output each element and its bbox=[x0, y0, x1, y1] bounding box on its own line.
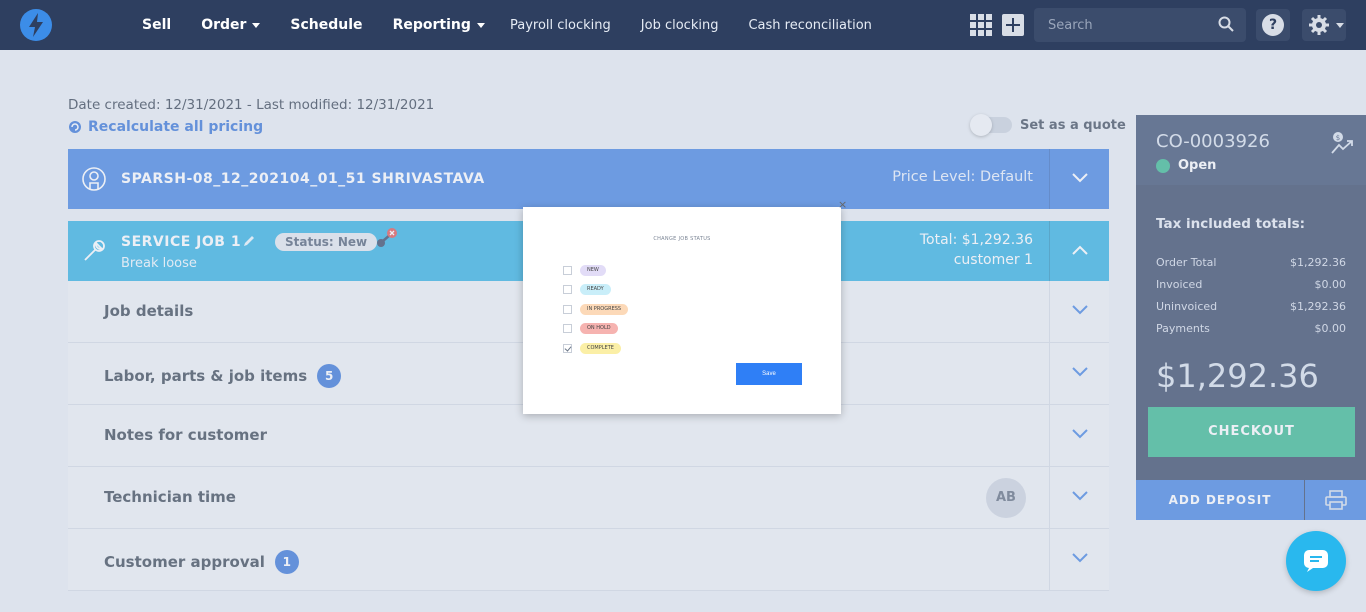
chat-support-button[interactable] bbox=[1286, 531, 1346, 591]
nav-reporting-label: Reporting bbox=[392, 17, 471, 33]
lightning-logo-icon[interactable] bbox=[20, 9, 52, 41]
help-icon: ? bbox=[1262, 14, 1284, 36]
nav-schedule[interactable]: Schedule bbox=[290, 17, 362, 33]
add-new-icon[interactable] bbox=[1002, 14, 1024, 36]
status-option-in-progress[interactable]: IN PROGRESS bbox=[563, 304, 629, 315]
search-box bbox=[1034, 8, 1246, 42]
search-input[interactable] bbox=[1034, 8, 1214, 42]
checkbox[interactable] bbox=[563, 324, 572, 333]
checkbox-checked[interactable] bbox=[563, 344, 572, 353]
status-pill: IN PROGRESS bbox=[580, 304, 629, 315]
change-job-status-modal: × CHANGE JOB STATUS NEW READY IN PROGRES… bbox=[523, 198, 847, 414]
status-option-complete[interactable]: COMPLETE bbox=[563, 343, 621, 354]
help-button[interactable]: ? bbox=[1256, 9, 1290, 41]
nav-sell[interactable]: Sell bbox=[142, 17, 171, 33]
nav-reporting[interactable]: Reporting bbox=[393, 17, 485, 33]
main-nav: Sell Order Schedule Reporting bbox=[142, 0, 485, 50]
nav-sell-label: Sell bbox=[142, 17, 172, 33]
settings-button[interactable] bbox=[1302, 9, 1346, 41]
top-navbar: Sell Order Schedule Reporting Payroll cl… bbox=[0, 0, 1366, 50]
status-option-on-hold[interactable]: ON HOLD bbox=[563, 323, 618, 334]
checkbox[interactable] bbox=[563, 305, 572, 314]
gear-icon bbox=[1309, 15, 1329, 35]
nav-order-label: Order bbox=[201, 17, 247, 33]
status-option-ready[interactable]: READY bbox=[563, 284, 611, 295]
secondary-nav: Payroll clocking Job clocking Cash recon… bbox=[510, 0, 872, 50]
save-button[interactable]: Save bbox=[736, 363, 802, 385]
close-icon[interactable]: × bbox=[838, 198, 847, 211]
nav-cash-reconciliation[interactable]: Cash reconciliation bbox=[748, 18, 871, 33]
status-pill: READY bbox=[580, 284, 611, 295]
chevron-down-icon bbox=[1336, 23, 1344, 28]
nav-job-clocking[interactable]: Job clocking bbox=[641, 18, 719, 33]
status-pill: NEW bbox=[580, 265, 606, 276]
nav-payroll-clocking[interactable]: Payroll clocking bbox=[510, 18, 611, 33]
search-icon[interactable] bbox=[1218, 16, 1234, 32]
checkbox[interactable] bbox=[563, 285, 572, 294]
chat-bubble-icon bbox=[1304, 550, 1328, 572]
status-pill: ON HOLD bbox=[580, 323, 618, 334]
checkbox[interactable] bbox=[563, 266, 572, 275]
status-pill: COMPLETE bbox=[580, 343, 621, 354]
chevron-down-icon bbox=[476, 22, 485, 28]
modal-title: CHANGE JOB STATUS bbox=[653, 236, 711, 242]
nav-schedule-label: Schedule bbox=[290, 17, 363, 33]
nav-order[interactable]: Order bbox=[201, 17, 261, 33]
status-option-new[interactable]: NEW bbox=[563, 265, 606, 276]
chevron-down-icon bbox=[252, 22, 261, 28]
apps-grid-icon[interactable] bbox=[970, 14, 992, 36]
